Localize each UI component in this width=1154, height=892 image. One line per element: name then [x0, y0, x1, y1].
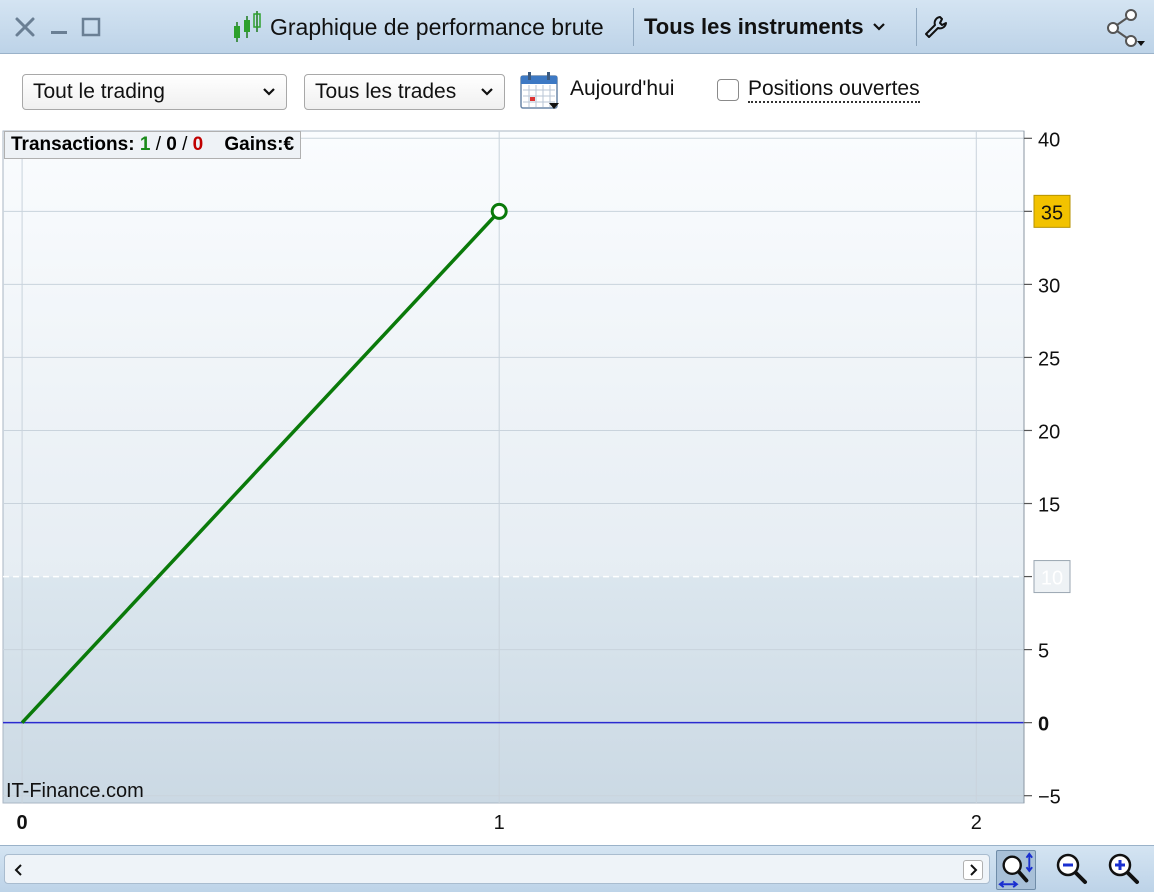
y-tick-label: 0: [1038, 714, 1049, 736]
plot-background: [2, 130, 1025, 804]
scroll-right-button[interactable]: [963, 860, 983, 880]
won-count: 1: [139, 134, 151, 155]
y-tick-label: 40: [1038, 129, 1060, 151]
currency-symbol: €: [283, 134, 295, 155]
zoom-out-icon: [1056, 853, 1087, 884]
chevron-right-icon: [970, 864, 978, 876]
neutral-count: 0: [166, 134, 177, 155]
reference-label: 10: [1041, 568, 1063, 590]
window-title: Graphique de performance brute: [232, 0, 632, 54]
last-point-marker: [490, 202, 508, 220]
last-value-label: 35: [1041, 202, 1063, 224]
y-tick-label: 25: [1038, 348, 1060, 370]
trades-select-value: Tous les trades: [315, 80, 457, 103]
performance-chart[interactable]: 4035302520151050−5 012: [0, 129, 1154, 845]
horizontal-scrollbar[interactable]: [4, 854, 990, 884]
share-icon: [1107, 9, 1145, 47]
auto-scale-button[interactable]: [996, 850, 1036, 890]
zoom-out-button[interactable]: [1052, 850, 1092, 890]
y-axis: 40 35 30 25 20 15 10 5 0 −5: [1023, 129, 1071, 809]
auto-zoom-icon: [998, 852, 1033, 888]
open-positions-label[interactable]: Positions ouvertes: [748, 77, 920, 103]
close-button[interactable]: [10, 10, 40, 44]
x-tick-label: 1: [494, 812, 505, 834]
title-bar: Graphique de performance brute Tous les …: [0, 0, 1154, 54]
window-title-text: Graphique de performance brute: [270, 13, 604, 40]
minimize-button[interactable]: [46, 10, 72, 44]
plot-area-lower: [3, 576, 1024, 803]
y-tick-label: −5: [1038, 787, 1061, 809]
gains-label: Gains:: [224, 134, 284, 155]
x-axis: 0 1 2: [17, 812, 982, 834]
bottom-bar: [0, 845, 1154, 892]
zoom-in-icon: [1108, 853, 1139, 884]
date-picker-button[interactable]: [519, 71, 561, 111]
transactions-summary: Transactions: 1 / 0 / 0 Gains: €: [4, 131, 302, 159]
watermark: IT-Finance.com: [6, 780, 144, 802]
plot-area-upper: [3, 131, 1024, 577]
chevron-down-icon: [872, 23, 885, 31]
x-tick-label: 0: [17, 812, 28, 834]
zoom-in-button[interactable]: [1104, 850, 1144, 890]
y-tick-label: 20: [1038, 421, 1060, 443]
date-label: Aujourd'hui: [570, 77, 675, 100]
close-icon: [15, 17, 35, 37]
chevron-left-icon: [14, 864, 22, 876]
minimize-icon: [51, 31, 67, 34]
wrench-icon: [925, 16, 947, 38]
instrument-selector[interactable]: Tous les instruments: [634, 0, 916, 54]
share-button[interactable]: [1100, 6, 1152, 50]
instrument-selector-label: Tous les instruments: [644, 14, 864, 39]
chevron-down-icon: [263, 88, 275, 96]
x-tick-label: 2: [971, 812, 982, 834]
maximize-icon: [81, 17, 101, 37]
y-tick-label: 15: [1038, 495, 1060, 517]
calendar-icon: [520, 72, 559, 109]
separator: [916, 8, 917, 46]
open-positions-checkbox[interactable]: [717, 79, 739, 101]
lost-count: 0: [192, 134, 204, 155]
candlestick-icon: [234, 11, 261, 42]
toolbar: Tout le trading Tous les trades Aujourd'…: [0, 55, 1154, 129]
trading-select[interactable]: Tout le trading: [22, 74, 287, 110]
settings-button[interactable]: [918, 10, 954, 44]
y-tick-label: 5: [1038, 641, 1049, 663]
maximize-button[interactable]: [78, 10, 104, 44]
transactions-label: Transactions:: [11, 134, 135, 155]
chevron-down-icon: [481, 88, 493, 96]
y-tick-label: 30: [1038, 275, 1060, 297]
trading-select-value: Tout le trading: [33, 80, 165, 103]
scroll-left-button[interactable]: [9, 860, 29, 880]
trades-select[interactable]: Tous les trades: [304, 74, 505, 110]
